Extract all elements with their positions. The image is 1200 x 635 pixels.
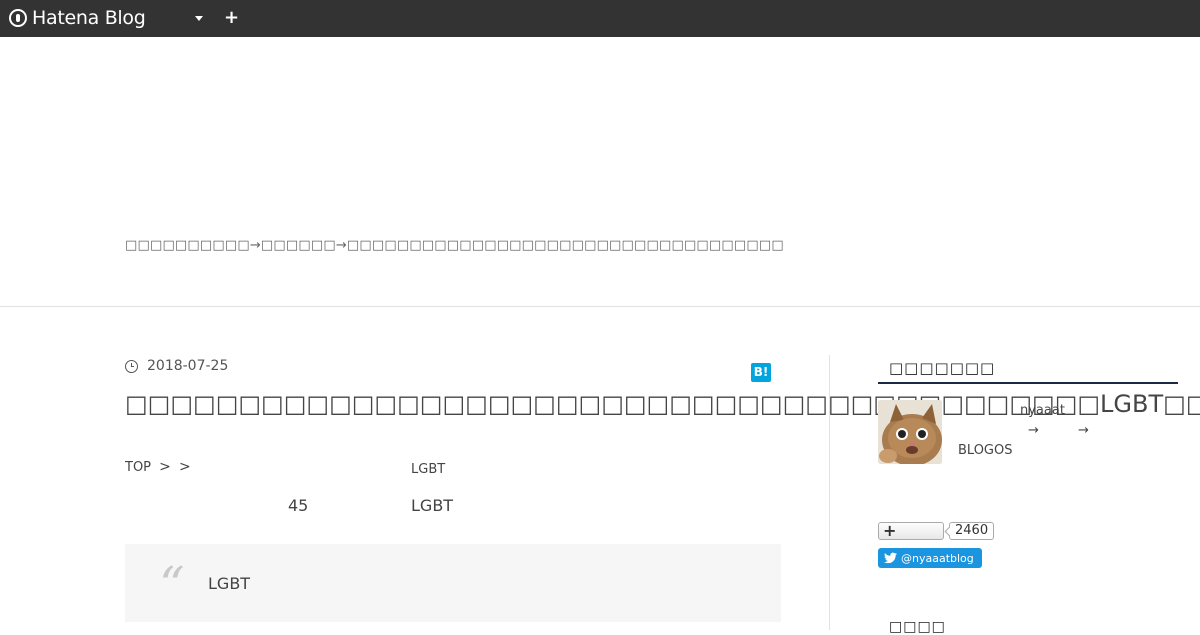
plus-icon: + xyxy=(883,521,897,540)
arrow-text: → xyxy=(1028,423,1039,438)
hatena-bookmark-button[interactable]: B! xyxy=(751,363,771,382)
avatar[interactable] xyxy=(878,400,942,464)
twitter-handle: @nyaaatblog xyxy=(901,551,974,565)
hatena-blog-logo[interactable]: Hatena Blog xyxy=(9,7,146,29)
logo-text: Hatena Blog xyxy=(32,7,146,29)
breadcrumb-separator: > xyxy=(159,459,171,475)
subscribe-button[interactable]: + xyxy=(878,521,944,540)
body-text-number: 45 xyxy=(288,496,309,515)
blockquote: “ LGBT xyxy=(125,544,781,622)
breadcrumb-category[interactable]: LGBT xyxy=(411,462,445,477)
quote-text: LGBT xyxy=(208,574,251,593)
subscriber-count: 2460 xyxy=(949,522,995,540)
twitter-follow-button[interactable]: @nyaaatblog xyxy=(878,548,982,568)
profile-module-heading: □□□□□□□ xyxy=(878,357,1178,384)
column-divider xyxy=(829,355,830,630)
breadcrumb: TOP > > xyxy=(125,459,195,475)
breadcrumb-separator: > xyxy=(179,459,191,475)
blog-header: □□□□□□□□□□→□□□□□□→□□□□□□□□□□□□□□□□□□□□□□… xyxy=(0,37,1200,307)
author-id-link[interactable]: nyaaat xyxy=(1020,403,1065,418)
sidebar-module-heading: □□□□ xyxy=(889,619,946,635)
hatena-logo-icon xyxy=(9,9,27,27)
date-text: 2018-07-25 xyxy=(147,358,229,374)
hatena-global-bar: Hatena Blog + xyxy=(0,0,1200,37)
clock-icon xyxy=(125,359,138,373)
plus-icon[interactable]: + xyxy=(224,9,239,27)
quote-icon: “ xyxy=(159,556,185,614)
entry-date[interactable]: 2018-07-25 xyxy=(125,358,228,374)
cat-avatar-image xyxy=(878,400,942,464)
twitter-bird-icon xyxy=(884,552,897,564)
blogos-link[interactable]: BLOGOS xyxy=(958,443,1013,458)
blog-description: □□□□□□□□□□→□□□□□□→□□□□□□□□□□□□□□□□□□□□□□… xyxy=(125,238,784,253)
entry-title[interactable]: □□□□□□□□□□□□□□□□□□□□□□□□□□□□□□□□□□□□□□□□… xyxy=(125,388,1200,420)
breadcrumb-top[interactable]: TOP xyxy=(125,460,151,475)
caret-down-icon[interactable] xyxy=(195,16,203,21)
profile-heading-text: □□□□□□□ xyxy=(889,359,996,377)
body-text-lgbt: LGBT xyxy=(411,496,454,515)
arrow-text: → xyxy=(1078,423,1089,438)
